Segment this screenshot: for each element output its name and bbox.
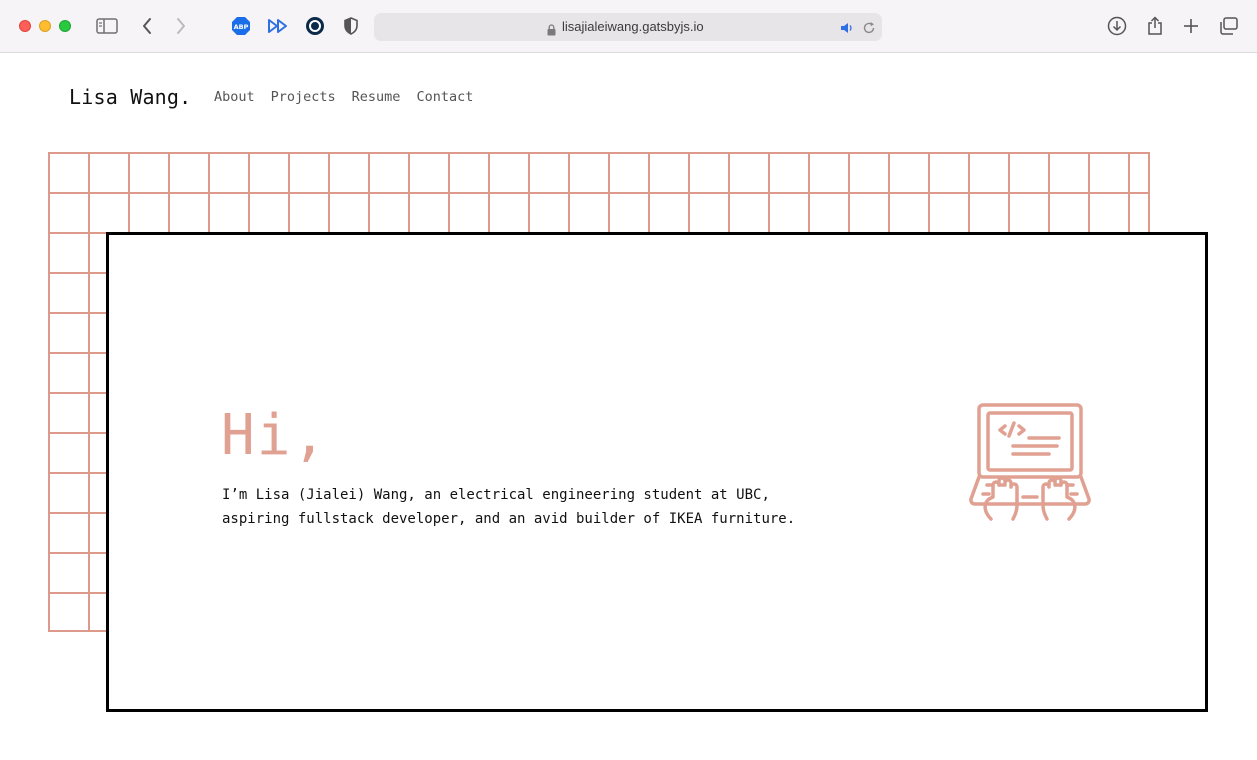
new-tab-icon[interactable] bbox=[1180, 14, 1202, 38]
minimize-window-button[interactable] bbox=[39, 20, 51, 32]
zoom-window-button[interactable] bbox=[59, 20, 71, 32]
address-bar[interactable]: lisajialeiwang.gatsbyjs.io bbox=[374, 13, 882, 41]
forward-icon[interactable] bbox=[172, 14, 190, 38]
nav-link-contact[interactable]: Contact bbox=[416, 89, 473, 105]
site-logo[interactable]: Lisa Wang. bbox=[69, 85, 191, 109]
fast-forward-icon[interactable] bbox=[266, 14, 290, 38]
svg-text:ABP: ABP bbox=[234, 23, 249, 31]
lock-icon bbox=[547, 21, 556, 40]
tab-overview-icon[interactable] bbox=[1217, 14, 1241, 38]
sidebar-toggle-icon[interactable] bbox=[95, 14, 119, 38]
hero-card: Hi, I’m Lisa (Jialei) Wang, an electrica… bbox=[106, 232, 1208, 712]
speaker-icon[interactable] bbox=[840, 20, 854, 39]
back-icon[interactable] bbox=[138, 14, 156, 38]
url-text: lisajialeiwang.gatsbyjs.io bbox=[562, 19, 704, 34]
browser-toolbar: ABP lisajialeiwang.gatsbyjs.io bbox=[0, 0, 1257, 53]
share-icon[interactable] bbox=[1144, 14, 1166, 38]
hero-greeting: Hi, bbox=[221, 403, 329, 468]
nav-link-projects[interactable]: Projects bbox=[271, 89, 336, 105]
nav-link-resume[interactable]: Resume bbox=[352, 89, 401, 105]
onepassword-icon[interactable] bbox=[304, 14, 326, 38]
close-window-button[interactable] bbox=[19, 20, 31, 32]
abp-icon[interactable]: ABP bbox=[230, 14, 252, 38]
nav-link-about[interactable]: About bbox=[214, 89, 255, 105]
privacy-shield-icon[interactable] bbox=[341, 14, 361, 38]
reload-icon[interactable] bbox=[862, 20, 876, 39]
main-nav: About Projects Resume Contact bbox=[214, 89, 473, 105]
downloads-icon[interactable] bbox=[1106, 14, 1128, 38]
hero-intro: I’m Lisa (Jialei) Wang, an electrical en… bbox=[222, 487, 796, 527]
laptop-coding-icon bbox=[969, 401, 1091, 527]
